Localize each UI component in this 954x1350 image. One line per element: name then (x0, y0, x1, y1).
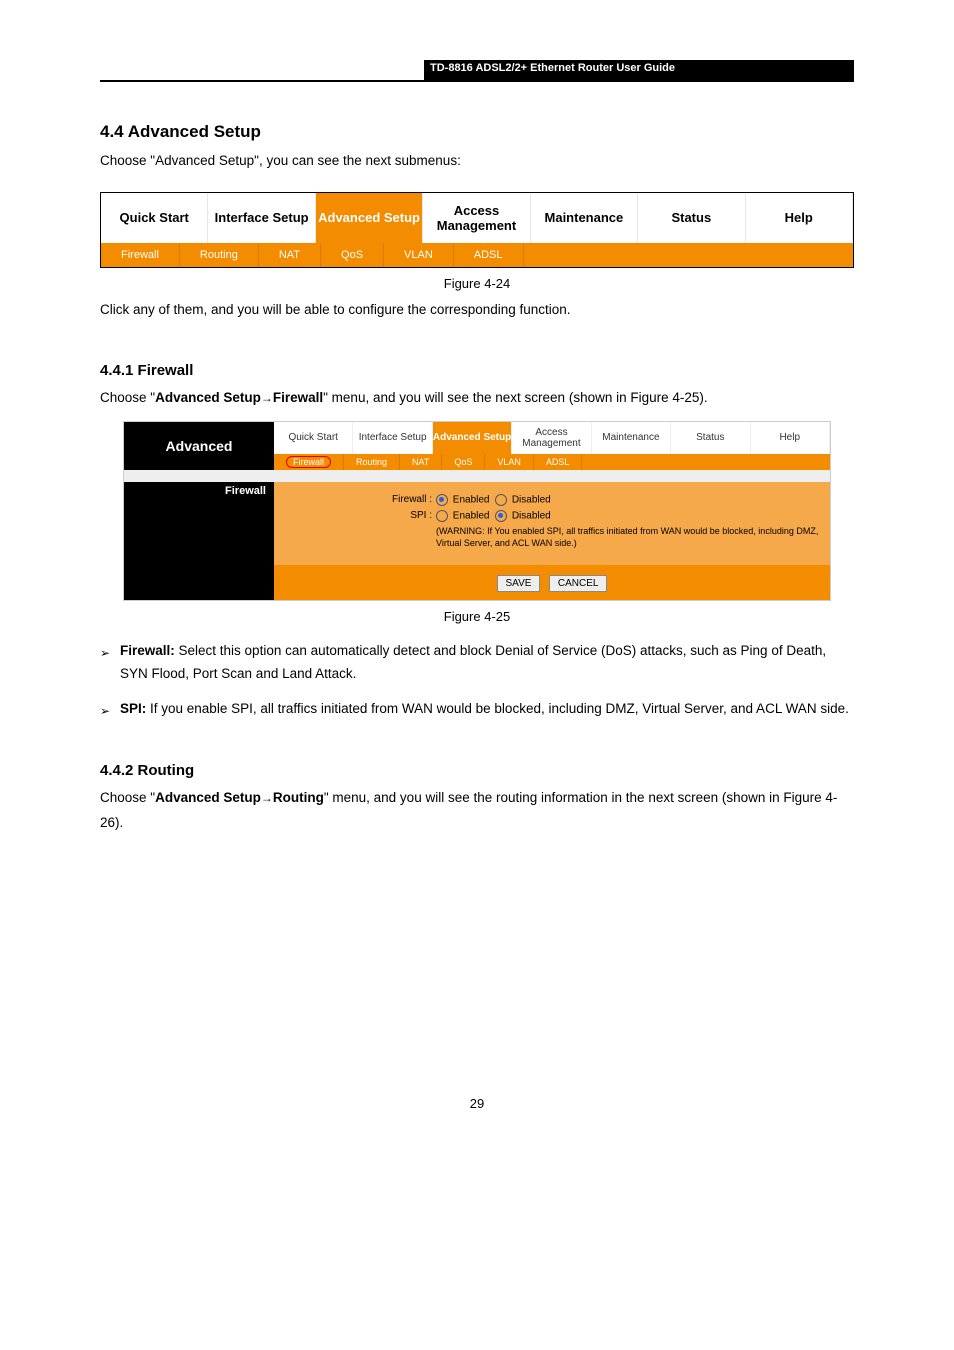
spi-enabled-radio[interactable] (436, 510, 448, 522)
tab-advanced-setup[interactable]: Advanced Setup (316, 193, 423, 243)
ss-tab-status[interactable]: Status (671, 422, 750, 454)
cancel-button[interactable]: CANCEL (549, 575, 608, 592)
figure-caption-1: Figure 4-24 (100, 276, 854, 291)
firewall-disabled-radio[interactable] (495, 494, 507, 506)
subtab-adsl[interactable]: ADSL (454, 243, 524, 267)
nav-tabs-figure: Quick Start Interface Setup Advanced Set… (100, 192, 854, 268)
ss-subtab-vlan[interactable]: VLAN (485, 454, 534, 470)
arrow-icon: → (261, 387, 273, 410)
save-button[interactable]: SAVE (497, 575, 541, 592)
figure-caption-2: Figure 4-25 (100, 609, 854, 624)
ss-tab-quick-start[interactable]: Quick Start (274, 422, 353, 454)
subsection2-heading: 4.4.2 Routing (100, 762, 854, 779)
tab-help[interactable]: Help (746, 193, 853, 243)
doc-title: TD-8816 ADSL2/2+ Ethernet Router User Gu… (430, 62, 675, 74)
subsection-path: Choose "Advanced Setup→Firewall" menu, a… (100, 385, 854, 411)
ss-tab-interface-setup[interactable]: Interface Setup (353, 422, 432, 454)
ss-section-label: Firewall (124, 482, 274, 565)
tab-quick-start[interactable]: Quick Start (101, 193, 208, 243)
subsection2-path: Choose "Advanced Setup→Routing" menu, an… (100, 785, 854, 836)
bullet-firewall: ➢ Firewall: Select this option can autom… (100, 640, 854, 686)
arrow-icon: → (261, 787, 273, 810)
bullet-icon: ➢ (100, 640, 120, 686)
ss-subtab-nat[interactable]: NAT (400, 454, 442, 470)
tab-status[interactable]: Status (638, 193, 745, 243)
subtab-firewall[interactable]: Firewall (101, 243, 180, 267)
bullet-icon: ➢ (100, 698, 120, 721)
subtab-routing[interactable]: Routing (180, 243, 259, 267)
ss-subtab-routing[interactable]: Routing (344, 454, 400, 470)
doc-header: TD-8816 ADSL2/2+ Ethernet Router User Gu… (100, 60, 854, 82)
firewall-enabled-radio[interactable] (436, 494, 448, 506)
page-number: 29 (100, 1096, 854, 1111)
tab-access-management[interactable]: Access Management (423, 193, 530, 243)
firewall-screenshot: Advanced Quick Start Interface Setup Adv… (123, 421, 831, 601)
subtab-vlan[interactable]: VLAN (384, 243, 454, 267)
bullet-spi: ➢ SPI: If you enable SPI, all traffics i… (100, 698, 854, 721)
section-intro: Choose "Advanced Setup", you can see the… (100, 148, 854, 174)
ss-subtab-qos[interactable]: QoS (442, 454, 485, 470)
spi-disabled-radio[interactable] (495, 510, 507, 522)
subsection-heading: 4.4.1 Firewall (100, 362, 854, 379)
tab-maintenance[interactable]: Maintenance (531, 193, 638, 243)
tab-interface-setup[interactable]: Interface Setup (208, 193, 315, 243)
ss-subtab-firewall[interactable]: Firewall (274, 454, 344, 470)
ss-tab-advanced-setup[interactable]: Advanced Setup (433, 422, 512, 454)
ss-side-title: Advanced (124, 422, 274, 470)
subtab-qos[interactable]: QoS (321, 243, 384, 267)
ss-tab-help[interactable]: Help (751, 422, 830, 454)
after-tabs-text: Click any of them, and you will be able … (100, 297, 854, 323)
ss-subtab-adsl[interactable]: ADSL (534, 454, 583, 470)
section-heading: 4.4 Advanced Setup (100, 122, 854, 142)
firewall-label: Firewall : (282, 494, 436, 505)
subtab-nat[interactable]: NAT (259, 243, 321, 267)
ss-tab-maintenance[interactable]: Maintenance (592, 422, 671, 454)
spi-warning: (WARNING: If You enabled SPI, all traffi… (436, 526, 822, 549)
spi-label: SPI : (282, 510, 436, 521)
ss-tab-access-management[interactable]: Access Management (512, 422, 591, 454)
